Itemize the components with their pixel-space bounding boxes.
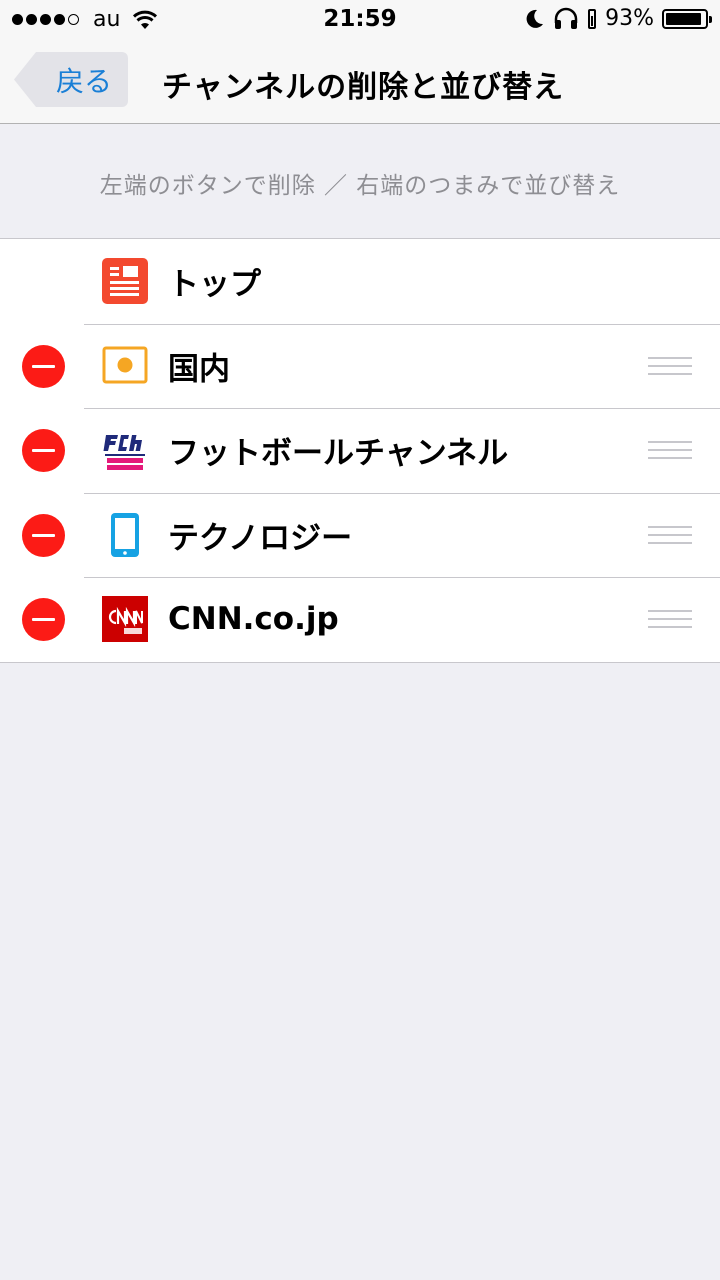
channel-row-technology[interactable]: テクノロジー [0,492,720,578]
reorder-handle-icon[interactable] [648,441,692,460]
status-right: 93% [525,6,712,31]
navigation-bar: 戻る チャンネルの削除と並び替え [0,40,720,124]
reorder-handle-icon[interactable] [648,525,692,544]
cnn-logo [102,596,148,643]
channel-label: トップ [168,266,261,303]
domestic-icon [102,346,148,384]
headphones-icon [554,7,578,29]
moon-icon [526,9,544,28]
news-icon [102,258,148,305]
channel-label: テクノロジー [168,520,353,557]
channel-label: 国内 [168,351,230,388]
battery-icon [662,8,712,29]
channel-label: フットボールチャンネル [168,435,509,472]
status-bar: au 21:59 93% [0,0,720,40]
delete-button[interactable] [22,598,65,642]
smartphone-icon [111,512,139,557]
delete-button[interactable] [22,429,65,473]
channel-list: トップ 国内 フットボールチャンネル テクノロジー CNN.co.jp [0,238,720,663]
channel-label: CNN.co.jp [168,601,339,638]
reorder-handle-icon[interactable] [648,356,692,375]
reorder-handle-icon[interactable] [648,610,692,629]
back-button[interactable]: 戻る [14,52,128,107]
orientation-lock-icon [588,8,597,29]
battery-fill [666,12,702,25]
football-channel-logo [102,427,148,474]
delete-button[interactable] [22,344,65,388]
page-title: チャンネルの削除と並び替え [162,70,565,105]
battery-percent: 93% [605,6,654,31]
channel-row-top: トップ [0,239,720,324]
delete-button[interactable] [22,513,65,557]
instruction-text: 左端のボタンで削除 ／ 右端のつまみで並び替え [99,173,621,199]
channel-row-domestic[interactable]: 国内 [0,323,720,409]
channel-row-cnn[interactable]: CNN.co.jp [0,577,720,662]
channel-row-football[interactable]: フットボールチャンネル [0,408,720,493]
back-button-label: 戻る [56,64,113,98]
